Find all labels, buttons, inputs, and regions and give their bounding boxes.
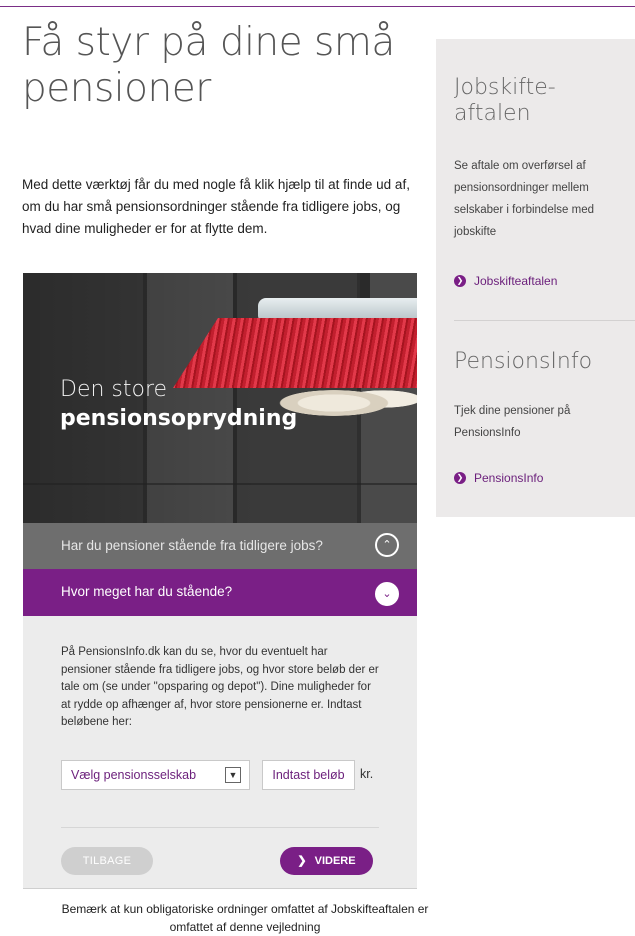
sidebar-link-label: Jobskifteaftalen <box>474 274 558 288</box>
accordion-panel: På PensionsInfo.dk kan du se, hvor du ev… <box>23 616 417 889</box>
accordion-item-previous-jobs[interactable]: Har du pensioner stående fra tidligere j… <box>23 523 417 569</box>
pension-company-select[interactable]: Vælg pensionsselskab ▼ <box>61 760 250 790</box>
sidebar-heading-line1: Jobskifte- <box>454 75 556 100</box>
panel-description: På PensionsInfo.dk kan du se, hvor du ev… <box>61 646 379 728</box>
broom-bristles <box>173 318 417 388</box>
page-title-line2: pensioner <box>22 66 211 111</box>
top-border <box>0 6 635 7</box>
select-value: Vælg pensionsselskab <box>71 768 197 782</box>
accordion-item-amount[interactable]: Hvor meget har du stående? ⌄ <box>23 569 417 616</box>
debris <box>278 383 417 423</box>
sidebar-heading-pensionsinfo: PensionsInfo <box>454 349 593 374</box>
panel-divider <box>61 827 379 828</box>
accordion-item-label: Har du pensioner stående fra tidligere j… <box>61 538 323 553</box>
hero-title-line1: Den store <box>60 377 168 402</box>
accordion-item-label: Hvor meget har du stående? <box>61 584 233 599</box>
sidebar-text-pensionsinfo: Tjek dine pensioner på PensionsInfo <box>454 405 571 439</box>
sidebar-divider <box>454 320 635 321</box>
dropdown-arrow-icon[interactable]: ▼ <box>225 767 241 783</box>
hero-image: Den store pensionsoprydning <box>23 273 417 523</box>
sidebar-text-jobskifte: Se aftale om overførsel af pensionsordni… <box>454 160 594 238</box>
floor-tile-line <box>23 483 417 485</box>
sidebar-link-pensionsinfo[interactable]: ❯ PensionsInfo <box>454 471 543 485</box>
arrow-circle-icon: ❯ <box>454 472 466 484</box>
sidebar-link-jobskifteaftalen[interactable]: ❯ Jobskifteaftalen <box>454 274 557 288</box>
page-title-line1: Få styr på dine små <box>22 20 395 65</box>
sidebar: Jobskifte- aftalen Se aftale om overførs… <box>436 39 635 517</box>
footnote: Bemærk at kun obligatoriske ordninger om… <box>61 902 429 934</box>
hero-title-line2: pensionsoprydning <box>60 406 298 431</box>
next-button-label: VIDERE <box>314 855 356 867</box>
page-title: Få styr på dine små pensioner <box>22 20 422 112</box>
sidebar-heading-jobskifte: Jobskifte- aftalen <box>454 75 556 127</box>
broom-head <box>258 298 417 320</box>
next-button[interactable]: ❯ VIDERE <box>280 847 373 875</box>
sidebar-link-label: PensionsInfo <box>474 471 544 485</box>
arrow-circle-icon: ❯ <box>454 275 466 287</box>
intro-text: Med dette værktøj får du med nogle få kl… <box>22 177 410 236</box>
currency-unit: kr. <box>360 767 374 781</box>
chevron-right-icon: ❯ <box>297 855 307 867</box>
chevron-up-icon[interactable]: ⌃ <box>375 533 399 557</box>
chevron-down-icon[interactable]: ⌄ <box>375 582 399 606</box>
back-button[interactable]: TILBAGE <box>61 847 153 875</box>
amount-input[interactable]: Indtast beløb <box>262 760 355 790</box>
sidebar-heading-line2: aftalen <box>454 101 531 126</box>
